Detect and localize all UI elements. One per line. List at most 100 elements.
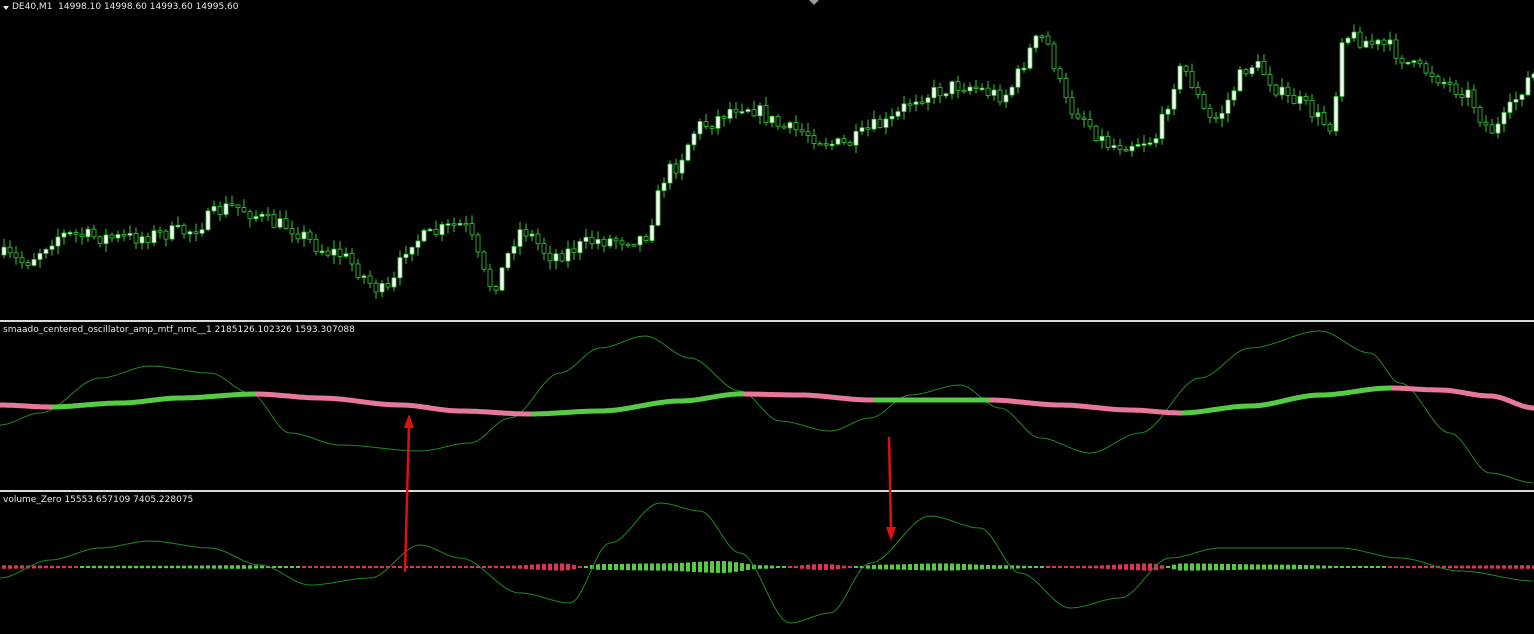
volume-histogram-bar bbox=[224, 565, 228, 569]
candle bbox=[79, 227, 85, 245]
price-chart-pane[interactable]: DE40,M1 14998.10 14998.60 14993.60 14995… bbox=[0, 0, 1534, 320]
candle-body bbox=[775, 115, 781, 127]
candle-body bbox=[979, 87, 985, 91]
candle-body bbox=[625, 243, 631, 247]
oscillator-signal-segment bbox=[1295, 394, 1300, 401]
volume-histogram-bar bbox=[1280, 564, 1284, 570]
candle-body bbox=[529, 233, 535, 237]
volume-histogram-bar bbox=[488, 565, 492, 569]
candle bbox=[745, 107, 751, 114]
candle bbox=[523, 223, 529, 242]
candle-body bbox=[727, 108, 733, 119]
candle-body bbox=[1003, 94, 1009, 103]
candle bbox=[1057, 66, 1063, 84]
volume-histogram-bar bbox=[320, 566, 324, 568]
candle-body bbox=[55, 236, 61, 247]
candle bbox=[1261, 54, 1267, 76]
candle-body bbox=[79, 233, 85, 238]
candle bbox=[1459, 87, 1465, 107]
candle-body bbox=[1261, 60, 1267, 75]
candle-body bbox=[1435, 76, 1441, 84]
candle bbox=[709, 125, 715, 135]
candle-body bbox=[553, 253, 559, 262]
candle-body bbox=[919, 101, 925, 104]
candle bbox=[907, 98, 913, 113]
candle bbox=[985, 80, 991, 99]
candle bbox=[979, 83, 985, 92]
oscillator-signal-segment bbox=[1517, 402, 1523, 408]
candle bbox=[883, 111, 889, 135]
candle bbox=[859, 120, 865, 135]
candle bbox=[1009, 84, 1015, 98]
volume-histogram-bar bbox=[614, 563, 618, 571]
volume-histogram-bar bbox=[674, 563, 678, 571]
candle bbox=[865, 119, 871, 137]
volume-histogram-bar bbox=[1448, 565, 1452, 569]
oscillator-pane[interactable]: smaado_centered_oscillator_amp_mtf_nmc__… bbox=[0, 323, 1534, 490]
volume-histogram-bar bbox=[644, 563, 648, 571]
volume-histogram-bar bbox=[1238, 564, 1242, 570]
volume-histogram-bar bbox=[218, 565, 222, 569]
candle bbox=[1369, 33, 1375, 49]
volume-histogram-bar bbox=[848, 566, 852, 568]
candle bbox=[421, 228, 427, 243]
pane-separator[interactable] bbox=[0, 490, 1534, 492]
volume-histogram-bar bbox=[1130, 563, 1134, 571]
candle-body bbox=[169, 225, 175, 240]
candle bbox=[37, 248, 43, 268]
candle bbox=[829, 140, 835, 150]
volume-histogram-bar bbox=[1526, 565, 1530, 569]
candle-body bbox=[1201, 93, 1207, 109]
candle bbox=[595, 231, 601, 250]
volume-histogram-bar bbox=[830, 564, 834, 570]
volume-histogram-bar bbox=[404, 566, 408, 568]
candle bbox=[31, 252, 37, 267]
candle bbox=[475, 232, 481, 258]
oscillator-signal-segment bbox=[1271, 400, 1276, 406]
volume-histogram-bar bbox=[1268, 564, 1272, 570]
candle-body bbox=[763, 105, 769, 124]
oscillator-signal-segment bbox=[1520, 403, 1526, 409]
candle bbox=[253, 210, 259, 222]
candle bbox=[1447, 76, 1453, 93]
volume-histogram-bar bbox=[554, 563, 558, 571]
candle-body bbox=[31, 259, 37, 266]
candle-body bbox=[1411, 60, 1417, 63]
candle-body bbox=[1117, 145, 1123, 150]
candle bbox=[397, 250, 403, 286]
oscillator-signal-segment bbox=[1292, 395, 1297, 402]
candle bbox=[1249, 64, 1255, 77]
candle-body bbox=[19, 257, 25, 264]
volume-histogram-bar bbox=[1124, 564, 1128, 570]
candle bbox=[949, 80, 955, 100]
pane-separator[interactable] bbox=[0, 320, 1534, 322]
candle bbox=[181, 223, 187, 239]
volume-pane[interactable]: volume_Zero 15553.657109 7405.228075 bbox=[0, 493, 1534, 634]
candle bbox=[901, 95, 907, 120]
candle bbox=[565, 240, 571, 268]
candle-body bbox=[223, 203, 229, 215]
volume-histogram-bar bbox=[536, 564, 540, 570]
volume-histogram-bar bbox=[1328, 565, 1332, 569]
volume-histogram-bar bbox=[1088, 565, 1092, 569]
oscillator-signal-segment bbox=[695, 396, 700, 403]
candle-body bbox=[649, 224, 655, 241]
volume-histogram-bar bbox=[518, 565, 522, 569]
candle-body bbox=[1453, 83, 1459, 95]
volume-histogram-bar bbox=[920, 563, 924, 571]
candle-body bbox=[1489, 124, 1495, 134]
volume-histogram-bar bbox=[728, 561, 732, 573]
volume-histogram-bar bbox=[836, 564, 840, 570]
candle-body bbox=[253, 216, 259, 220]
volume-histogram-bar bbox=[1310, 565, 1314, 569]
candle-body bbox=[1081, 117, 1087, 120]
candle bbox=[1021, 62, 1027, 73]
candlestick-chart bbox=[1, 24, 1534, 299]
candle bbox=[223, 195, 229, 218]
candle-body bbox=[85, 228, 91, 238]
volume-histogram-bar bbox=[794, 565, 798, 569]
candle bbox=[607, 234, 613, 249]
volume-histogram-bar bbox=[398, 566, 402, 568]
candle-body bbox=[1291, 95, 1297, 104]
candle bbox=[1237, 66, 1243, 92]
